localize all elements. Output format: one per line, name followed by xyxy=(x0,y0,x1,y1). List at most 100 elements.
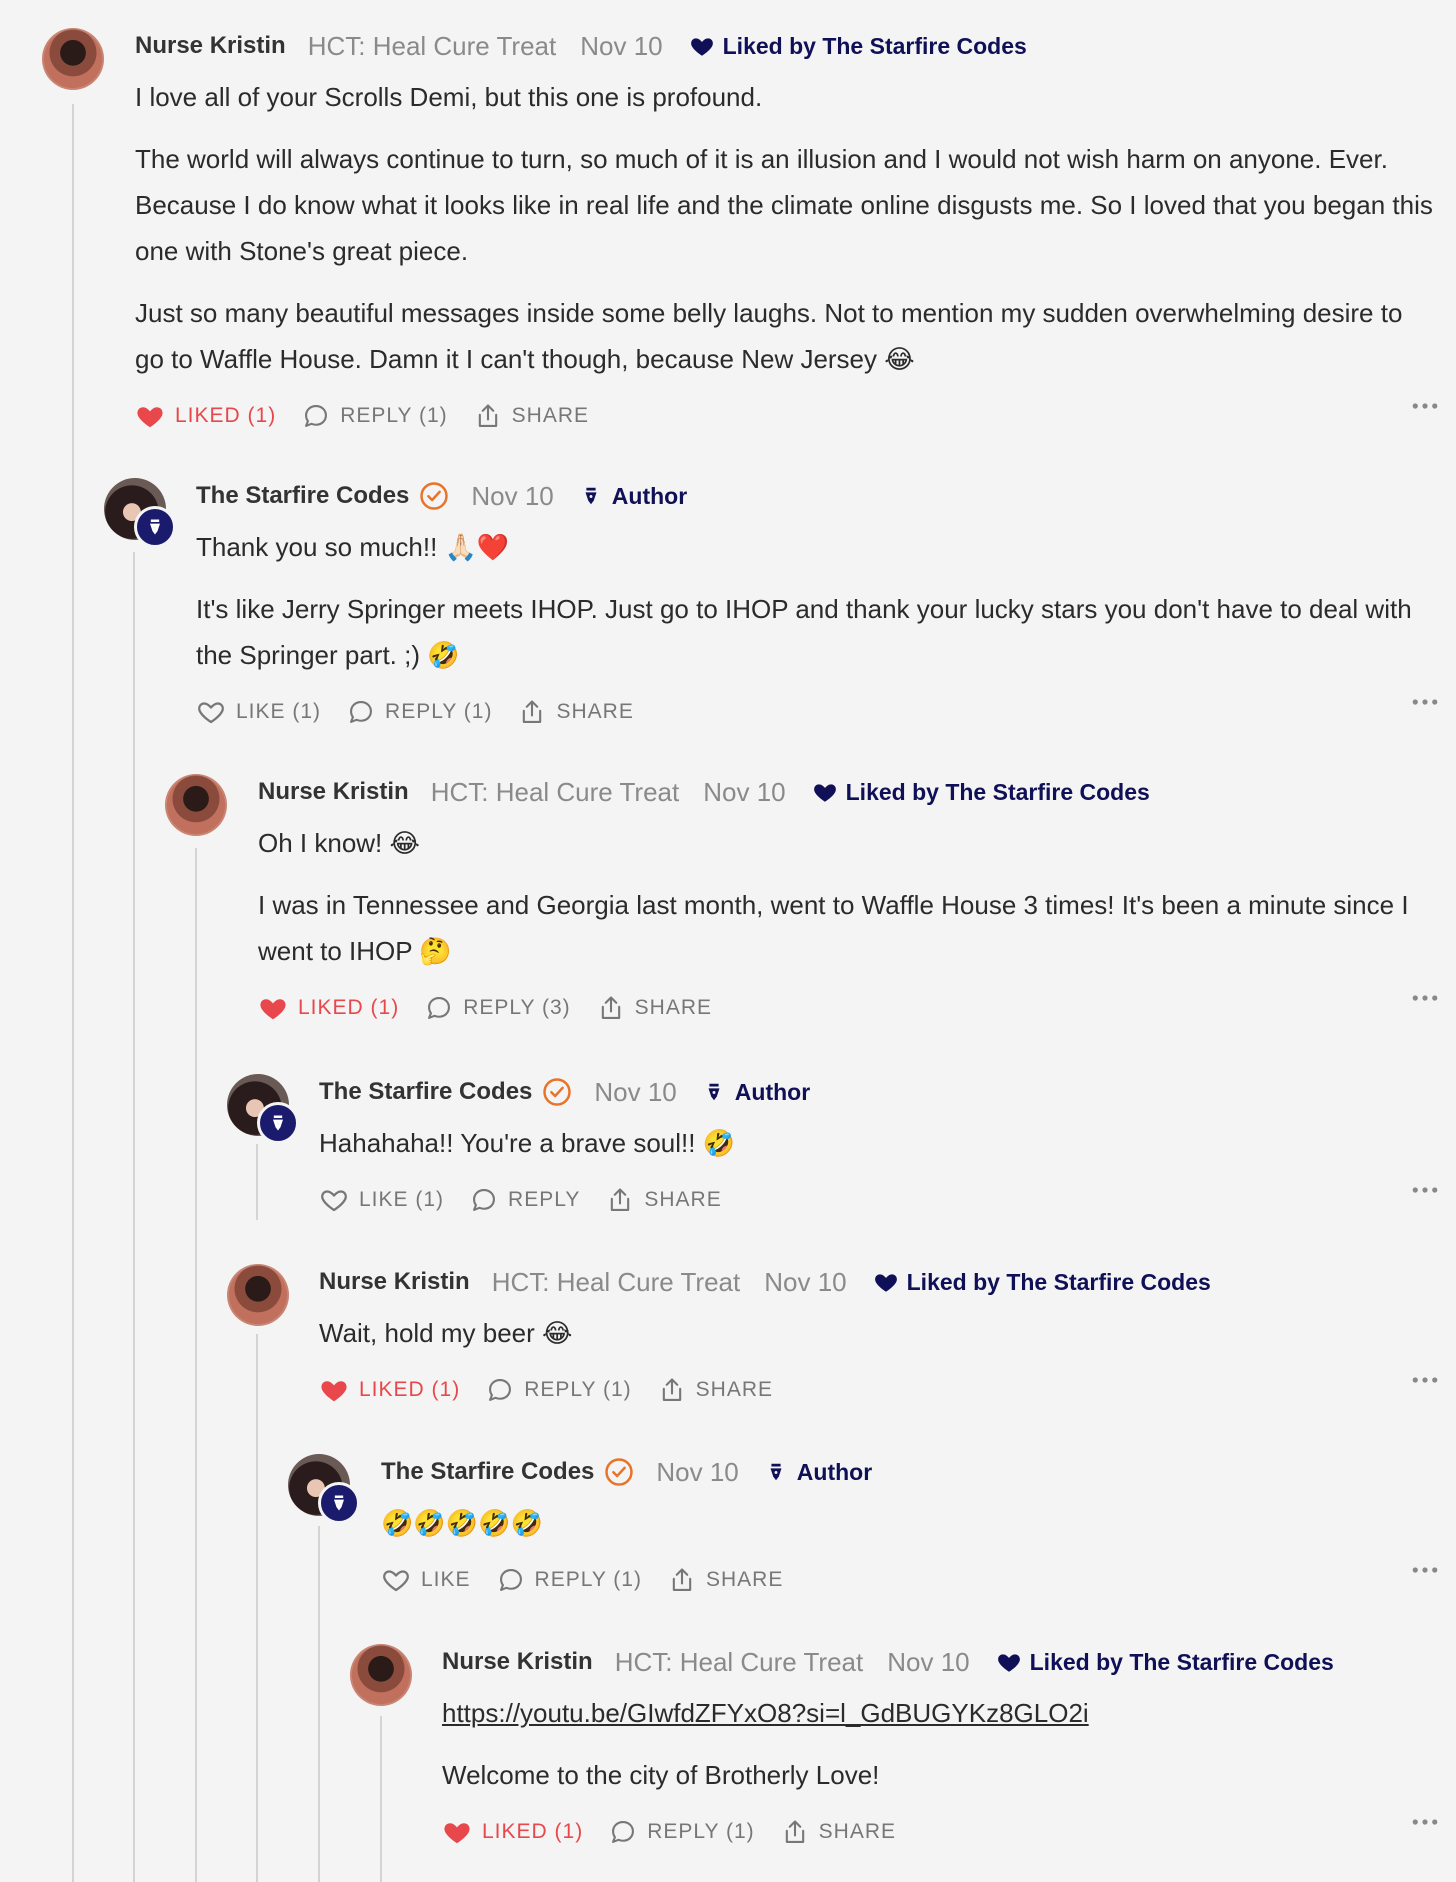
comment: Nurse Kristin HCT: Heal Cure Treat Nov 1… xyxy=(135,28,1438,436)
share-label: SHARE xyxy=(556,700,634,723)
comment-publication[interactable]: HCT: Heal Cure Treat xyxy=(308,31,557,62)
verified-check-icon xyxy=(604,1457,634,1487)
more-options-icon[interactable] xyxy=(1412,1186,1438,1194)
share-button[interactable]: SHARE xyxy=(781,1818,896,1846)
share-icon xyxy=(668,1566,696,1594)
like-button[interactable]: LIKED (1) xyxy=(258,993,399,1023)
comment-paragraph: Oh I know! 😂 xyxy=(258,828,420,858)
thread-line xyxy=(72,104,74,1882)
comment-publication[interactable]: HCT: Heal Cure Treat xyxy=(492,1267,741,1298)
heart-icon xyxy=(689,33,715,59)
comment-author[interactable]: The Starfire Codes xyxy=(381,1458,594,1486)
thread-line xyxy=(380,1716,382,1882)
avatar[interactable] xyxy=(42,28,104,90)
comment-paragraph: The world will always continue to turn, … xyxy=(135,144,1433,266)
heart-icon xyxy=(319,1375,349,1405)
liked-by-badge: Liked by The Starfire Codes xyxy=(873,1269,1211,1296)
comment-bubble-icon xyxy=(470,1186,498,1214)
avatar[interactable] xyxy=(288,1454,360,1524)
comment-body: Thank you so much!! 🙏🏻❤️ It's like Jerry… xyxy=(196,524,1438,678)
pen-badge-icon xyxy=(134,506,176,548)
thread-line xyxy=(256,1144,258,1220)
comment-paragraph: Thank you so much!! 🙏🏻❤️ xyxy=(196,532,510,562)
comment-body: 🤣🤣🤣🤣🤣 xyxy=(381,1500,1438,1546)
comment-author[interactable]: Nurse Kristin xyxy=(319,1268,470,1296)
comment-author[interactable]: Nurse Kristin xyxy=(442,1648,593,1676)
pen-icon xyxy=(580,483,602,509)
comment-date[interactable]: Nov 10 xyxy=(471,481,553,512)
comment-publication[interactable]: HCT: Heal Cure Treat xyxy=(615,1647,864,1678)
share-button[interactable]: SHARE xyxy=(518,698,633,726)
heart-icon xyxy=(258,993,288,1023)
avatar[interactable] xyxy=(227,1074,299,1144)
comment-bubble-icon xyxy=(425,994,453,1022)
share-icon xyxy=(597,994,625,1022)
share-button[interactable]: SHARE xyxy=(606,1186,721,1214)
share-icon xyxy=(474,402,502,430)
comment-date[interactable]: Nov 10 xyxy=(887,1647,969,1678)
more-options-icon[interactable] xyxy=(1412,1566,1438,1574)
reply-button[interactable]: REPLY (1) xyxy=(347,698,492,726)
pen-icon xyxy=(765,1459,787,1485)
comment-publication[interactable]: HCT: Heal Cure Treat xyxy=(431,777,680,808)
comment-author[interactable]: The Starfire Codes xyxy=(319,1078,532,1106)
comment-body: I love all of your Scrolls Demi, but thi… xyxy=(135,74,1438,382)
comment-body: Oh I know! 😂 I was in Tennessee and Geor… xyxy=(258,820,1438,974)
liked-by-label: Liked by The Starfire Codes xyxy=(906,1268,1211,1295)
heart-outline-icon xyxy=(319,1185,349,1215)
pen-icon xyxy=(703,1079,725,1105)
avatar[interactable] xyxy=(350,1644,412,1706)
avatar[interactable] xyxy=(227,1264,289,1326)
avatar[interactable] xyxy=(104,478,176,548)
author-badge: Author xyxy=(703,1079,810,1106)
comment-date[interactable]: Nov 10 xyxy=(703,777,785,808)
reply-button[interactable]: REPLY (3) xyxy=(425,994,570,1022)
comment-date[interactable]: Nov 10 xyxy=(656,1457,738,1488)
more-options-icon[interactable] xyxy=(1412,402,1438,410)
reply-button[interactable]: REPLY (1) xyxy=(497,1566,642,1594)
comment-date[interactable]: Nov 10 xyxy=(594,1077,676,1108)
liked-by-badge: Liked by The Starfire Codes xyxy=(996,1649,1334,1676)
like-label: LIKE (1) xyxy=(359,1188,445,1211)
like-button[interactable]: LIKED (1) xyxy=(319,1375,460,1405)
author-label: Author xyxy=(796,1458,873,1485)
reply-button[interactable]: REPLY (1) xyxy=(486,1376,631,1404)
share-icon xyxy=(518,698,546,726)
reply-button[interactable]: REPLY (1) xyxy=(302,402,447,430)
author-label: Author xyxy=(734,1078,811,1105)
more-options-icon[interactable] xyxy=(1412,698,1438,706)
share-button[interactable]: SHARE xyxy=(658,1376,773,1404)
like-button[interactable]: LIKED (1) xyxy=(135,401,276,431)
thread-line xyxy=(133,552,135,1882)
like-button[interactable]: LIKE (1) xyxy=(196,697,321,727)
like-button[interactable]: LIKE xyxy=(381,1565,471,1595)
comment-body: Hahahaha!! You're a brave soul!! 🤣 xyxy=(319,1120,1438,1166)
comment-date[interactable]: Nov 10 xyxy=(764,1267,846,1298)
like-button[interactable]: LIKE (1) xyxy=(319,1185,444,1215)
share-button[interactable]: SHARE xyxy=(597,994,712,1022)
heart-icon xyxy=(812,779,838,805)
comment-author[interactable]: Nurse Kristin xyxy=(258,778,409,806)
comment-bubble-icon xyxy=(302,402,330,430)
comment: Nurse Kristin HCT: Heal Cure Treat Nov 1… xyxy=(319,1264,1438,1410)
reply-button[interactable]: REPLY (1) xyxy=(609,1818,754,1846)
avatar[interactable] xyxy=(165,774,227,836)
like-label: LIKE (1) xyxy=(236,700,322,723)
liked-by-badge: Liked by The Starfire Codes xyxy=(689,33,1027,60)
comment-date[interactable]: Nov 10 xyxy=(580,31,662,62)
like-button[interactable]: LIKED (1) xyxy=(442,1817,583,1847)
comment-author[interactable]: Nurse Kristin xyxy=(135,32,286,60)
more-options-icon[interactable] xyxy=(1412,994,1438,1002)
more-options-icon[interactable] xyxy=(1412,1376,1438,1384)
reply-button[interactable]: REPLY xyxy=(470,1186,580,1214)
share-button[interactable]: SHARE xyxy=(668,1566,783,1594)
comment-author[interactable]: The Starfire Codes xyxy=(196,482,409,510)
more-options-icon[interactable] xyxy=(1412,1818,1438,1826)
share-label: SHARE xyxy=(818,1820,896,1843)
share-icon xyxy=(658,1376,686,1404)
comment-link[interactable]: https://youtu.be/GIwfdZFYxO8?si=l_GdBUGY… xyxy=(442,1698,1089,1728)
share-button[interactable]: SHARE xyxy=(474,402,589,430)
verified-check-icon xyxy=(419,481,449,511)
comment-actions: LIKE (1) REPLY SHARE xyxy=(319,1180,1438,1220)
comment-paragraph: It's like Jerry Springer meets IHOP. Jus… xyxy=(196,594,1412,670)
